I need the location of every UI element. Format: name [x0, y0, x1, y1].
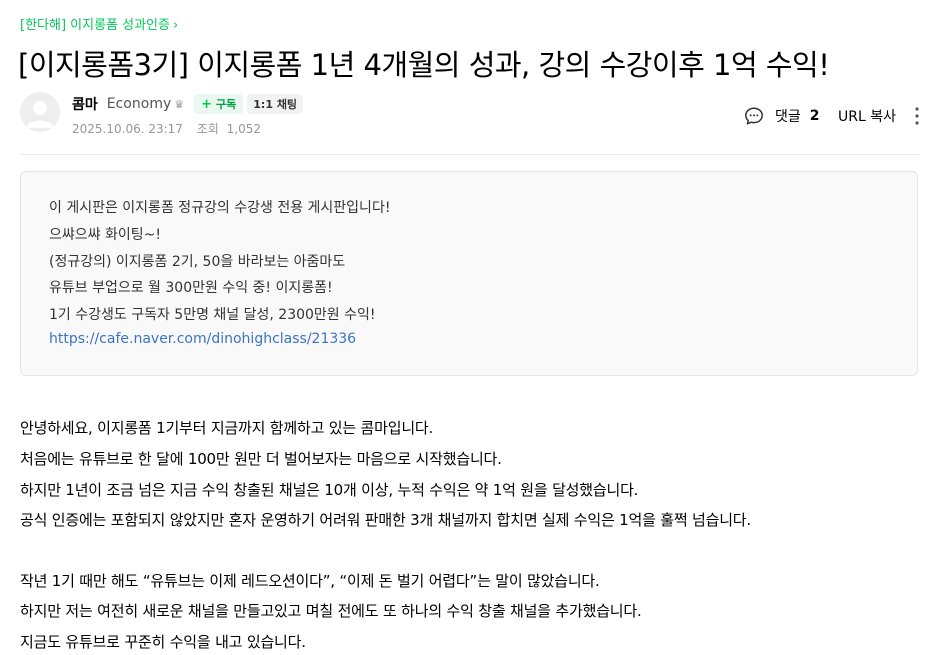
post-title: [이지롱폼3기] 이지롱폼 1년 4개월의 성과, 강의 수강이후 1억 수익! — [18, 48, 830, 82]
comment-count: 2 — [809, 108, 820, 124]
crown-icon: ♛ — [174, 97, 185, 111]
author-row: 콤마 Economy ♛ + 구독 1:1 채팅 — [72, 93, 304, 115]
more-vertical-icon — [915, 107, 919, 125]
body-text-line: 처음에는 유튜브로 한 달에 100만 원만 더 벌어보자는 마음으로 시작했습… — [20, 450, 502, 468]
post-meta: 2025.10.06. 23:17 조회 1,052 — [72, 120, 261, 137]
subscribe-label: 구독 — [216, 98, 237, 111]
body-text-line: 하지만 1년이 조금 넘은 지금 수익 창출된 채널은 10개 이상, 누적 수… — [20, 481, 639, 499]
one-to-one-chat-button[interactable]: 1:1 채팅 — [247, 94, 304, 114]
author-grade: Economy — [106, 96, 172, 112]
body-text-line: 지금도 유튜브로 꾸준히 수익을 내고 있습니다. — [20, 633, 306, 651]
body-text-line: 하지만 저는 여전히 새로운 채널을 만들고있고 며칠 전에도 또 하나의 수익… — [20, 602, 642, 620]
views-count: 1,052 — [226, 122, 262, 136]
notice-line: 유튜브 부업으로 월 300만원 수익 중! 이지롱폼! — [49, 280, 333, 296]
notice-line: 1기 수강생도 구독자 5만명 채널 달성, 2300만원 수익! — [49, 307, 376, 323]
notice-box: 이 게시판은 이지롱폼 정규강의 수강생 전용 게시판입니다! 으쌰으쌰 화이팅… — [20, 171, 918, 376]
default-profile-icon — [20, 92, 60, 132]
subscribe-button[interactable]: + 구독 — [194, 94, 244, 114]
board-link[interactable]: [한다해] 이지롱폼 성과인증 › — [20, 14, 178, 33]
author-name[interactable]: 콤마 — [72, 94, 98, 114]
post-page: [한다해] 이지롱폼 성과인증 › [이지롱폼3기] 이지롱폼 1년 4개월의 성… — [0, 0, 934, 655]
notice-line: 으쌰으쌰 화이팅~! — [49, 227, 161, 243]
comment-label: 댓글 — [775, 109, 801, 125]
notice-line: (정규강의) 이지롱폼 2기, 50을 바라보는 아줌마도 — [49, 254, 346, 270]
url-copy-button[interactable]: URL 복사 — [838, 104, 896, 128]
post-date: 2025.10.06. 23:17 — [72, 122, 183, 136]
views-label: 조회 — [196, 122, 219, 136]
author-avatar[interactable] — [20, 92, 60, 132]
comment-icon — [745, 107, 763, 125]
more-options-button[interactable] — [909, 104, 925, 128]
body-text-line: 작년 1기 때만 해도 “유튜브는 이제 레드오션이다”, “이제 돈 벌기 어… — [20, 572, 600, 590]
body-text-line: 공식 인증에는 포함되지 않았지만 혼자 운영하기 어려워 판매한 3개 채널까… — [20, 511, 751, 529]
notice-link[interactable]: https://cafe.naver.com/dinohighclass/213… — [49, 331, 356, 347]
header-divider — [20, 154, 920, 155]
notice-line: 이 게시판은 이지롱폼 정규강의 수강생 전용 게시판입니다! — [49, 200, 391, 216]
board-name: [한다해] 이지롱폼 성과인증 — [20, 18, 170, 33]
body-text-line: 안녕하세요, 이지롱폼 1기부터 지금까지 함께하고 있는 콤마입니다. — [20, 419, 434, 437]
chevron-right-icon: › — [172, 18, 179, 33]
comment-button[interactable]: 댓글 2 — [744, 104, 820, 128]
plus-icon: + — [201, 96, 213, 112]
